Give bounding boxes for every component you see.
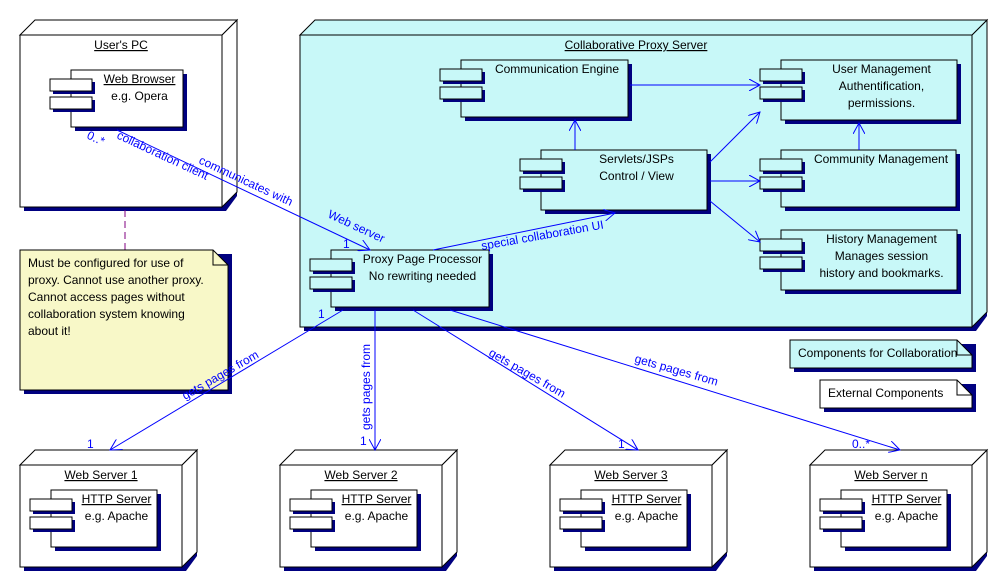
- node-label: Web Server 1: [64, 468, 137, 482]
- mult-ws3: 1: [618, 437, 625, 451]
- mult-ws2: 1: [360, 434, 367, 448]
- component-desc: Authentification,: [839, 79, 924, 93]
- component-proxy-page-processor[interactable]: Proxy Page Processor No rewriting needed: [309, 249, 493, 311]
- component-desc: e.g. Apache: [615, 509, 679, 523]
- node-label: Web Server 2: [324, 468, 397, 482]
- component-name: Proxy Page Processor: [363, 252, 482, 266]
- component-desc: permissions.: [848, 96, 915, 110]
- component-desc: Control / View: [599, 169, 674, 183]
- note-proxy-configuration: Must be configured for use of proxy. Can…: [19, 210, 232, 394]
- note-line: Must be configured for use of: [28, 256, 184, 270]
- component-desc: Manages session: [835, 249, 928, 263]
- component-name: Communication Engine: [495, 62, 619, 76]
- note-line: proxy. Cannot use another proxy.: [28, 273, 204, 287]
- component-desc: e.g. Apache: [85, 509, 149, 523]
- component-browser[interactable]: Web Browser e.g. Opera: [49, 69, 187, 131]
- node-label: Web Server 3: [594, 468, 667, 482]
- legend-external: External Components: [819, 379, 976, 412]
- legend-collab: Components for Collaboration: [789, 339, 976, 372]
- component-name: Community Management: [814, 152, 949, 166]
- component-name: Servlets/JSPs: [599, 152, 674, 166]
- component-desc: No rewriting needed: [369, 269, 476, 283]
- edge-label-wsn: gets pages from: [633, 351, 720, 388]
- mult-wsn: 0..*: [852, 437, 870, 451]
- mult-server: 1: [343, 237, 350, 251]
- component-desc: history and bookmarks.: [819, 266, 943, 280]
- component-desc: e.g. Opera: [111, 89, 168, 103]
- component-communication-engine[interactable]: Communication Engine: [439, 59, 632, 121]
- component-community-management[interactable]: Community Management: [759, 149, 960, 211]
- node-label: Collaborative Proxy Server: [565, 38, 708, 52]
- node-label: Web Server n: [854, 468, 927, 482]
- component-history-management[interactable]: History Management Manages session history…: [759, 229, 961, 294]
- node-label: User's PC: [94, 38, 148, 52]
- component-user-management[interactable]: User Management Authentification, permissi…: [759, 59, 961, 124]
- component-name: HTTP Server: [82, 492, 152, 506]
- mult-ws1-src: 1: [318, 307, 325, 321]
- edge-label-ws2: gets pages from: [359, 344, 373, 430]
- component-name: HTTP Server: [872, 492, 942, 506]
- component-desc: e.g. Apache: [875, 509, 939, 523]
- component-name: History Management: [826, 232, 937, 246]
- legend-collab-label: Components for Collaboration: [798, 346, 957, 360]
- component-name: User Management: [832, 62, 931, 76]
- deployment-diagram: User's PC Collaborative Proxy Server Web S…: [18, 18, 989, 571]
- component-name: HTTP Server: [342, 492, 412, 506]
- component-name: Web Browser: [104, 72, 176, 86]
- note-line: Cannot access pages without: [28, 290, 185, 304]
- note-line: collaboration system knowing: [28, 307, 185, 321]
- edge-label-ws3: gets pages from: [487, 345, 569, 400]
- component-servlets[interactable]: Servlets/JSPs Control / View: [519, 149, 711, 214]
- mult-ws1: 1: [87, 437, 94, 451]
- component-desc: e.g. Apache: [345, 509, 409, 523]
- note-line: about it!: [28, 324, 71, 338]
- legend-external-label: External Components: [828, 386, 943, 400]
- component-name: HTTP Server: [612, 492, 682, 506]
